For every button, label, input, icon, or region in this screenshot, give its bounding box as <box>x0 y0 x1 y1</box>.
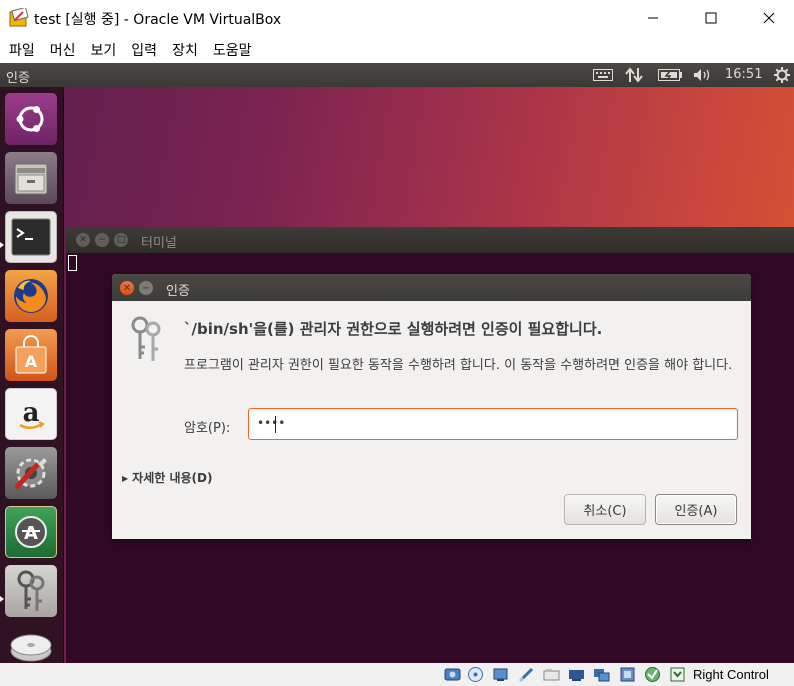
menubar: 파일 머신 보기 입력 장치 도움말 <box>0 36 794 63</box>
hard-disk-icon[interactable] <box>444 666 461 683</box>
maximize-button[interactable] <box>682 0 740 36</box>
host-key-label: Right Control <box>693 667 769 682</box>
launcher: A a A <box>0 87 64 663</box>
launcher-firefox[interactable] <box>5 270 57 322</box>
password-field[interactable]: •••• <box>248 408 738 440</box>
launcher-software-updater[interactable]: A <box>5 506 57 558</box>
virtualbox-app-icon[interactable] <box>9 8 29 28</box>
close-icon: ✕ <box>122 282 132 294</box>
shopping-bag-icon: A <box>15 335 47 374</box>
maximize-icon <box>705 12 717 24</box>
terminal-close-button[interactable]: ✕ <box>76 233 90 247</box>
menu-file[interactable]: 파일 <box>4 40 40 60</box>
file-cabinet-icon <box>14 163 48 195</box>
launcher-terminal[interactable] <box>5 211 57 263</box>
authenticate-button[interactable]: 인증(A) <box>655 494 737 525</box>
panel-clock[interactable]: 16:51 <box>725 67 762 82</box>
svg-text:A: A <box>25 352 38 371</box>
details-label: 자세한 내용(D) <box>132 471 213 485</box>
mouse-integration-icon[interactable] <box>669 666 686 683</box>
volume-icon <box>694 69 710 81</box>
session-menu[interactable] <box>773 67 791 83</box>
ubuntu-logo-icon <box>16 106 44 132</box>
minimize-icon <box>648 17 658 19</box>
dialog-minimize-button[interactable]: − <box>139 281 153 295</box>
display-icon[interactable] <box>593 666 610 683</box>
password-value: •••• <box>257 416 286 430</box>
close-icon <box>763 12 775 24</box>
battery-indicator[interactable] <box>657 67 683 83</box>
volume-indicator[interactable] <box>692 67 714 83</box>
virtualbox-statusbar: Right Control <box>0 663 794 686</box>
keyboard-icon <box>593 69 613 81</box>
amazon-icon: a <box>19 398 45 429</box>
maximize-icon: □ <box>116 235 126 245</box>
dialog-heading: `/bin/sh'을(를) 관리자 권한으로 실행하려면 인증이 필요합니다. <box>184 320 603 338</box>
launcher-ubuntu-dash[interactable] <box>5 93 57 145</box>
close-button[interactable] <box>740 0 794 36</box>
shared-folder-icon[interactable] <box>568 666 585 683</box>
text-caret <box>275 416 276 433</box>
launcher-system-settings[interactable] <box>5 447 57 499</box>
updater-icon: A <box>15 516 47 548</box>
cpu-icon[interactable] <box>644 666 661 683</box>
usb-icon[interactable] <box>543 666 560 683</box>
optical-disc-icon[interactable] <box>467 666 484 683</box>
terminal-maximize-button[interactable]: □ <box>114 233 128 247</box>
network-indicator[interactable] <box>624 67 644 83</box>
menu-help[interactable]: 도움말 <box>208 40 257 60</box>
network-icon[interactable] <box>518 666 535 683</box>
launcher-amazon[interactable]: a <box>5 388 57 440</box>
menu-input[interactable]: 입력 <box>126 40 162 60</box>
audio-icon[interactable] <box>492 666 509 683</box>
svg-text:A: A <box>24 523 38 544</box>
network-transfer-icon <box>625 67 643 83</box>
firefox-icon <box>14 279 48 313</box>
minimize-icon: − <box>98 235 106 245</box>
terminal-icon <box>11 218 51 256</box>
expander-arrow-icon: ▶ <box>122 474 129 483</box>
password-label: 암호(P): <box>184 421 231 436</box>
menu-machine[interactable]: 머신 <box>45 40 81 60</box>
launcher-software-center[interactable]: A <box>5 329 57 381</box>
menu-devices[interactable]: 장치 <box>167 40 203 60</box>
launcher-files[interactable] <box>5 152 57 204</box>
launcher-optical-drive[interactable] <box>5 617 57 663</box>
auth-dialog: ✕ − 인증 `/bin/sh'을(를) 관리자 권한으로 실행하려면 인증이 … <box>112 274 751 539</box>
settings-tools-icon <box>14 458 47 490</box>
dialog-description: 프로그램이 관리자 권한이 필요한 동작을 수행하려 합니다. 이 동작을 수행… <box>184 358 733 373</box>
terminal-title: 터미널 <box>141 236 177 251</box>
running-indicator <box>0 233 4 248</box>
video-capture-icon[interactable] <box>619 666 636 683</box>
terminal-minimize-button[interactable]: − <box>95 233 109 247</box>
dialog-titlebar: ✕ − 인증 <box>112 274 751 301</box>
minimize-icon: − <box>141 282 151 294</box>
battery-icon <box>658 69 682 81</box>
cancel-button[interactable]: 취소(C) <box>564 494 646 525</box>
window-title: test [실행 중] - Oracle VM VirtualBox <box>34 12 282 28</box>
ubuntu-top-panel: 인증 16:51 <box>0 63 794 87</box>
details-expander[interactable]: ▶ 자세한 내용(D) <box>122 469 212 486</box>
launcher-authentication[interactable] <box>5 565 57 617</box>
menu-view[interactable]: 보기 <box>86 40 122 60</box>
disc-icon <box>10 634 52 662</box>
terminal-cursor <box>68 255 77 271</box>
keyboard-indicator[interactable] <box>592 67 614 83</box>
gear-icon <box>774 67 790 83</box>
minimize-button[interactable] <box>624 0 682 36</box>
dialog-title: 인증 <box>166 284 190 299</box>
keys-icon <box>131 316 161 361</box>
panel-window-title: 인증 <box>6 71 30 86</box>
dialog-close-button[interactable]: ✕ <box>120 281 134 295</box>
keys-icon <box>17 570 45 611</box>
running-indicator <box>0 587 4 602</box>
close-icon: ✕ <box>79 235 87 245</box>
window-titlebar: test [실행 중] - Oracle VM VirtualBox <box>0 0 794 36</box>
svg-text:a: a <box>23 398 40 428</box>
terminal-titlebar: ✕ − □ 터미널 <box>66 227 794 253</box>
